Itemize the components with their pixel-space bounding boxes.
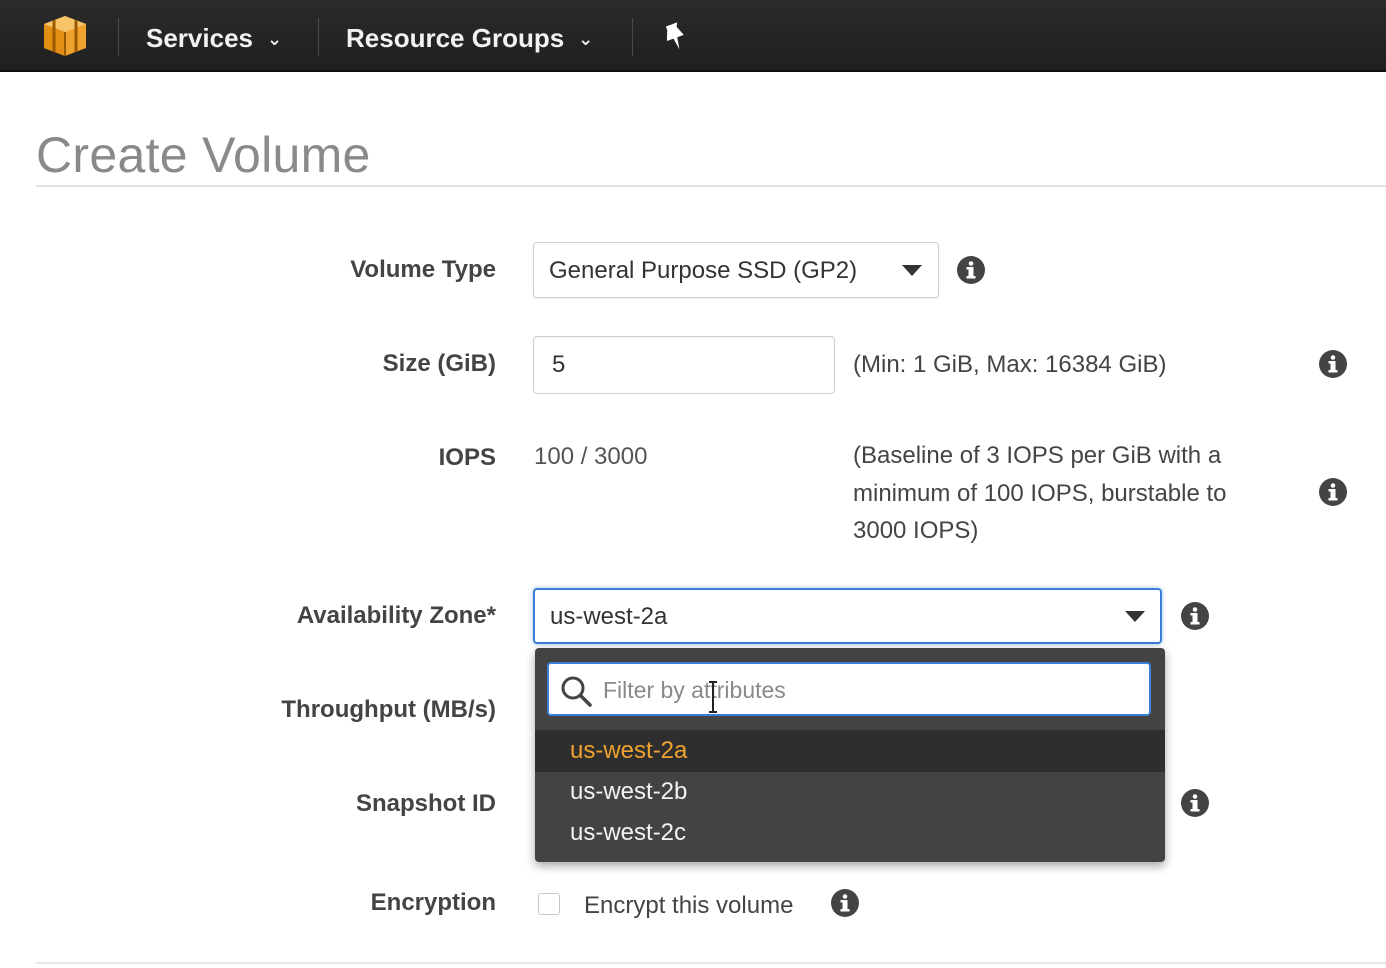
resource-groups-menu[interactable]: Resource Groups ⌄ xyxy=(346,20,593,56)
info-icon[interactable] xyxy=(956,255,986,285)
size-label: Size (GiB) xyxy=(382,350,496,377)
services-menu[interactable]: Services ⌄ xyxy=(146,20,282,56)
throughput-label: Throughput (MB/s) xyxy=(281,696,496,723)
encrypt-volume-checkbox[interactable] xyxy=(538,893,560,915)
iops-label: IOPS xyxy=(438,444,496,471)
resource-groups-menu-label: Resource Groups xyxy=(346,23,565,53)
chevron-down-icon: ⌄ xyxy=(266,29,283,49)
filter-field[interactable] xyxy=(547,662,1151,716)
encryption-label: Encryption xyxy=(370,889,496,916)
caret-down-icon xyxy=(902,265,922,276)
availability-zone-label: Availability Zone* xyxy=(296,602,496,629)
info-icon[interactable] xyxy=(1180,788,1210,818)
iops-hint-line3: 3000 IOPS) xyxy=(853,517,979,544)
title-divider xyxy=(36,185,1386,187)
caret-down-icon xyxy=(1125,611,1145,622)
size-hint: (Min: 1 GiB, Max: 16384 GiB) xyxy=(853,351,1167,378)
az-option-us-west-2a[interactable]: us-west-2a xyxy=(535,730,1165,772)
az-option-us-west-2b[interactable]: us-west-2b xyxy=(535,771,1165,813)
nav-divider xyxy=(118,18,119,56)
snapshot-id-label: Snapshot ID xyxy=(355,790,496,817)
availability-zone-dropdown: us-west-2a us-west-2b us-west-2c xyxy=(535,648,1165,862)
info-icon[interactable] xyxy=(1180,601,1210,631)
bottom-divider xyxy=(36,962,1386,964)
iops-value: 100 / 3000 xyxy=(534,443,648,470)
nav-divider xyxy=(632,18,633,56)
aws-cube-icon[interactable] xyxy=(40,14,90,58)
volume-type-label: Volume Type xyxy=(350,256,496,283)
filter-input[interactable] xyxy=(603,672,1143,708)
iops-hint-line2: minimum of 100 IOPS, burstable to xyxy=(853,480,1227,507)
info-icon[interactable] xyxy=(1318,349,1348,379)
top-navigation-bar: Services ⌄ Resource Groups ⌄ xyxy=(0,0,1386,72)
info-icon[interactable] xyxy=(1318,477,1348,507)
size-input[interactable] xyxy=(533,336,835,394)
chevron-down-icon: ⌄ xyxy=(578,29,594,49)
info-icon[interactable] xyxy=(830,888,860,918)
nav-divider xyxy=(318,18,319,56)
volume-type-value: General Purpose SSD (GP2) xyxy=(549,257,858,284)
iops-hint-line1: (Baseline of 3 IOPS per GiB with a xyxy=(853,442,1222,469)
page-title: Create Volume xyxy=(36,127,371,183)
volume-type-select[interactable]: General Purpose SSD (GP2) xyxy=(533,242,939,298)
services-menu-label: Services xyxy=(146,23,253,53)
search-icon xyxy=(561,676,592,707)
availability-zone-value: us-west-2a xyxy=(550,603,668,630)
encrypt-volume-label[interactable]: Encrypt this volume xyxy=(584,887,793,925)
text-cursor-icon xyxy=(709,681,717,713)
availability-zone-select[interactable]: us-west-2a xyxy=(533,588,1162,644)
pushpin-icon[interactable] xyxy=(660,20,690,54)
az-option-us-west-2c[interactable]: us-west-2c xyxy=(535,812,1165,854)
